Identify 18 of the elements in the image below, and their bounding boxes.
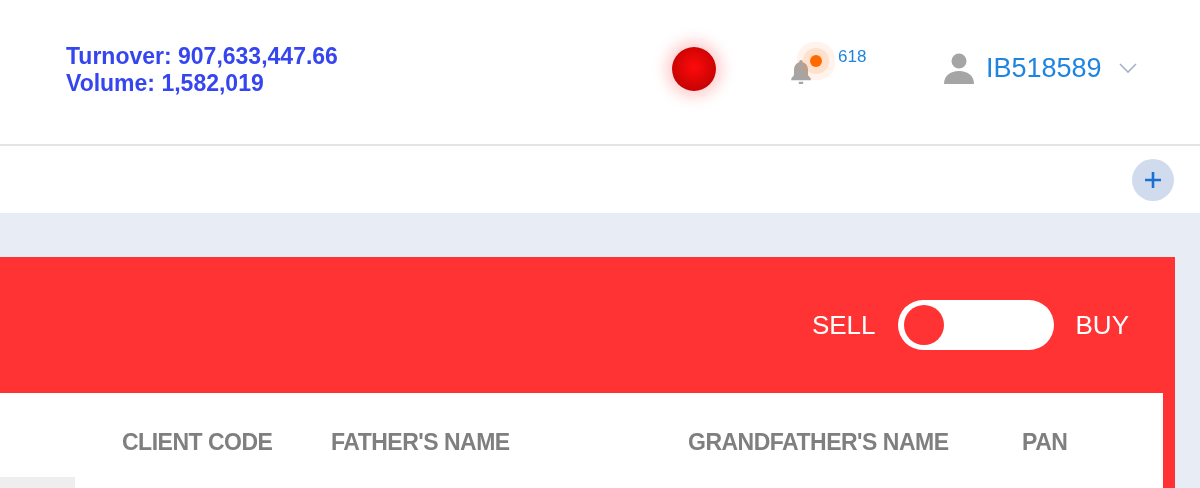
column-header: CLIENT CODE bbox=[122, 429, 274, 456]
user-icon bbox=[942, 52, 976, 84]
sell-label: SELL bbox=[811, 309, 876, 341]
buy-sell-toggle[interactable] bbox=[897, 300, 1054, 350]
volume-text: Volume: 1,582,019 bbox=[66, 69, 264, 97]
column-header: GRANDFATHER'S NAME bbox=[688, 429, 950, 456]
column-header: FATHER'S NAME bbox=[331, 429, 511, 456]
turnover-text: Turnover: 907,633,447.66 bbox=[66, 42, 338, 70]
bell-icon[interactable] bbox=[788, 57, 814, 87]
plus-icon bbox=[1143, 169, 1163, 190]
user-menu[interactable]: IB518589 bbox=[942, 52, 1138, 84]
status-dot-icon bbox=[672, 47, 716, 91]
column-header: PAN bbox=[1022, 429, 1069, 456]
buy-label: BUY bbox=[1075, 309, 1129, 341]
chevron-down-icon bbox=[1117, 62, 1138, 74]
add-tab-button[interactable] bbox=[1132, 158, 1174, 201]
notification-dot-icon bbox=[810, 55, 822, 67]
notification-count: 618 bbox=[838, 47, 867, 67]
